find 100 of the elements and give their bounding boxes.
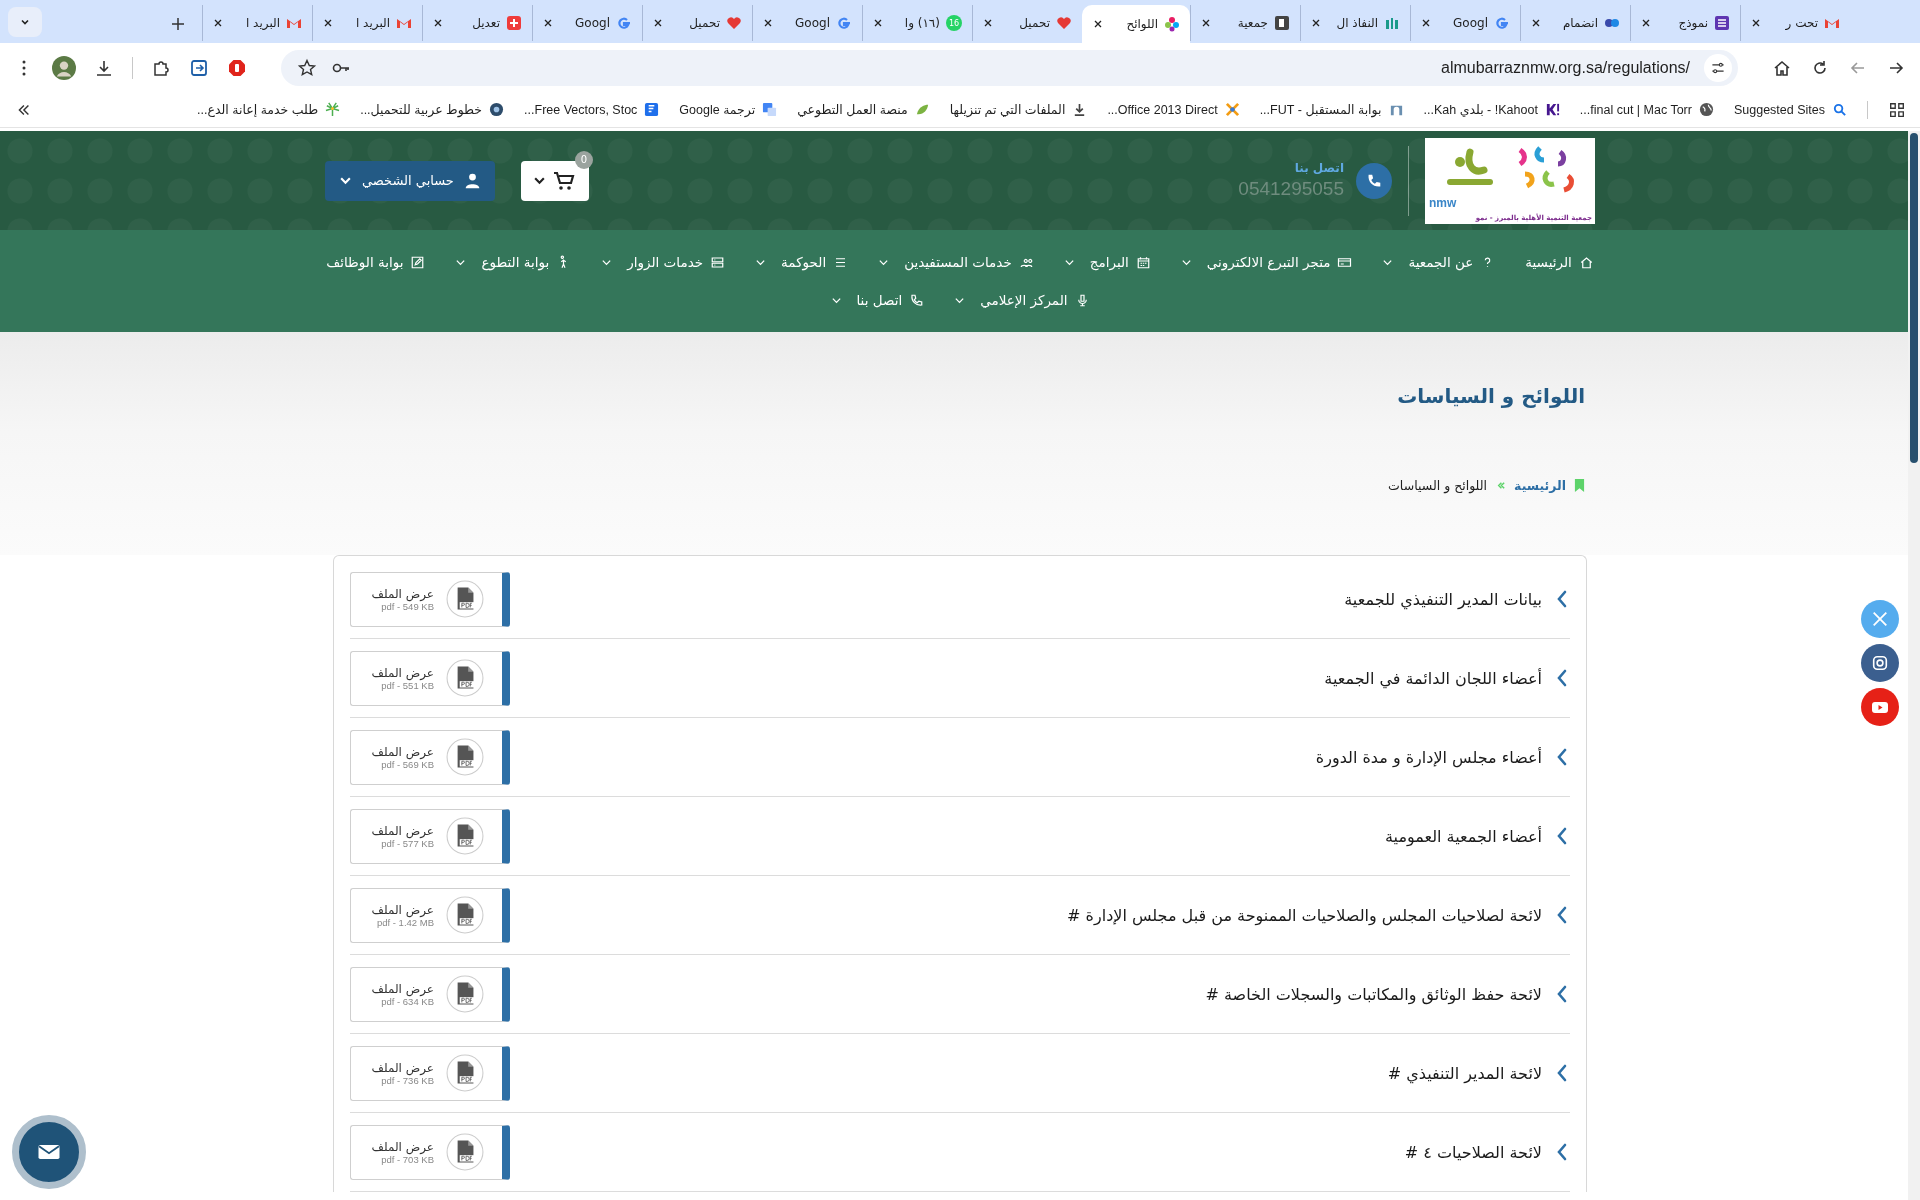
- account-button[interactable]: حسابي الشخصي: [325, 160, 495, 201]
- chevron-icon[interactable]: [1556, 1063, 1568, 1083]
- browser-tab[interactable]: تحميل: [972, 5, 1082, 41]
- bookmark[interactable]: الملفات التي تم تنزيلها: [949, 102, 1088, 117]
- bookmark[interactable]: بوابة المستقبل - FUT...: [1259, 102, 1404, 117]
- phone-button[interactable]: [1356, 162, 1392, 199]
- close-icon[interactable]: [1421, 18, 1431, 28]
- browser-tab[interactable]: نموذج: [1630, 5, 1740, 41]
- bookmark-icon: [1574, 478, 1585, 493]
- nav-link[interactable]: خدمات المستفيدين: [878, 254, 1034, 270]
- nav-link[interactable]: المركز الإعلامي: [954, 292, 1090, 308]
- browser-tab[interactable]: Googl: [752, 5, 862, 41]
- square-icon: [1274, 15, 1290, 31]
- bookmark[interactable]: Free Vectors, Stoc...: [524, 102, 660, 117]
- file-title[interactable]: أعضاء مجلس الإدارة و مدة الدورة: [1315, 747, 1542, 767]
- nav-link[interactable]: الحوكمة: [755, 254, 849, 270]
- nav-link[interactable]: بوابة الوظائف: [326, 254, 426, 270]
- chevron-icon[interactable]: [1556, 589, 1568, 609]
- close-icon[interactable]: [323, 18, 333, 28]
- address-bar[interactable]: almubarraznmw.org.sa/regulations/: [281, 49, 1738, 86]
- g-icon: [836, 15, 852, 31]
- close-icon[interactable]: [1093, 19, 1103, 29]
- cart-count: 0: [574, 150, 593, 169]
- close-icon[interactable]: [543, 18, 553, 28]
- profile-avatar[interactable]: [52, 55, 76, 80]
- globe-icon: [1698, 102, 1714, 117]
- bookmark[interactable]: خطوط عربية للتحميل...: [360, 102, 505, 117]
- file-title[interactable]: لائحة المدير التنفيذي #: [1387, 1063, 1542, 1083]
- nav-link[interactable]: بوابة التطوع: [455, 254, 572, 270]
- search-icon: [1832, 102, 1847, 117]
- browser-tab[interactable]: تعديل: [422, 5, 532, 41]
- close-icon[interactable]: [983, 18, 993, 28]
- browser-tab[interactable]: تحت ر: [1740, 5, 1850, 41]
- browser-tab[interactable]: انضمام: [1520, 5, 1630, 41]
- chevron-icon[interactable]: [1556, 826, 1568, 846]
- apps-icon[interactable]: [1888, 100, 1906, 119]
- nav-icon: [1135, 254, 1151, 270]
- star-icon[interactable]: [297, 57, 317, 78]
- extension-icon[interactable]: [189, 57, 209, 78]
- bookmark[interactable]: ترجمة Google: [679, 102, 778, 117]
- nav-icon: [909, 292, 925, 308]
- bookmark[interactable]: منصة العمل التطوعي: [797, 102, 930, 117]
- chevron-icon[interactable]: [1556, 668, 1568, 688]
- pdf-file-icon: [446, 896, 484, 934]
- browser-tab[interactable]: البريد ا: [202, 5, 312, 41]
- bookmark[interactable]: طلب خدمة إعانة الدع...: [197, 102, 341, 117]
- close-icon[interactable]: [1641, 18, 1651, 28]
- chevron-icon[interactable]: [1556, 984, 1568, 1004]
- close-icon[interactable]: [1311, 18, 1321, 28]
- close-icon[interactable]: [653, 18, 663, 28]
- nav-link[interactable]: عن الجمعية: [1382, 254, 1496, 270]
- cross-icon: [1224, 102, 1240, 117]
- heart-icon: [1056, 15, 1072, 31]
- new-tab-icon[interactable]: [170, 16, 186, 32]
- close-icon[interactable]: [763, 18, 773, 28]
- breadcrumb-item: اللوائح و السياسات: [1388, 478, 1488, 493]
- browser-tab[interactable]: النفاذ ال: [1300, 5, 1410, 41]
- breadcrumb-item[interactable]: الرئيسية: [1514, 478, 1566, 493]
- file-title[interactable]: بيانات المدير التنفيذي للجمعية: [1344, 589, 1542, 609]
- close-icon[interactable]: [213, 18, 223, 28]
- browser-tab[interactable]: Googl: [1410, 5, 1520, 41]
- browser-tab[interactable]: اللوائح: [1082, 5, 1190, 43]
- plus-icon: [506, 15, 522, 31]
- file-title[interactable]: لائحة لصلاحيات المجلس والصلاحيات الممنوحة من قبل مجلس الإدارة #: [1067, 905, 1542, 925]
- scrollbar[interactable]: [1908, 131, 1920, 1200]
- file-title[interactable]: لائحة الصلاحيات ٤ #: [1404, 1142, 1542, 1162]
- close-icon[interactable]: [1531, 18, 1541, 28]
- browser-tab[interactable]: Googl: [532, 5, 642, 41]
- chevron-icon[interactable]: [1556, 905, 1568, 925]
- nav-icon: [410, 254, 426, 270]
- close-icon[interactable]: [1751, 18, 1761, 28]
- bookmark[interactable]: Suggested Sites: [1733, 102, 1847, 117]
- close-icon[interactable]: [1201, 18, 1211, 28]
- pdf-file-icon: [446, 975, 484, 1013]
- nav-link[interactable]: متجر التبرع الالكتروني: [1180, 254, 1353, 270]
- pdf-file-icon: [446, 1054, 484, 1092]
- stop-sign-icon[interactable]: [227, 57, 247, 78]
- nav-link[interactable]: البرامج: [1063, 254, 1151, 270]
- browser-tab[interactable]: البريد ا: [312, 5, 422, 41]
- file-title[interactable]: أعضاء الجمعية العمومية: [1385, 826, 1542, 846]
- browser-tab[interactable]: جمعية: [1190, 5, 1300, 41]
- browser-tab[interactable]: تحميل: [642, 5, 752, 41]
- youtube-button[interactable]: [1861, 688, 1899, 726]
- bookmark[interactable]: Kahoot! - بلدي Kah...: [1423, 102, 1560, 117]
- bookmark[interactable]: final cut | Mac Torr...: [1579, 102, 1714, 117]
- nav-link[interactable]: الرئيسية: [1525, 254, 1594, 270]
- chevron-icon[interactable]: [1556, 747, 1568, 767]
- bookmark[interactable]: Office 2013 Direct...: [1107, 102, 1240, 117]
- site-settings-button[interactable]: [1704, 53, 1732, 82]
- close-icon[interactable]: [873, 18, 883, 28]
- double-chevron-icon: [1495, 480, 1507, 491]
- chevron-icon[interactable]: [1556, 1142, 1568, 1162]
- instagram-button[interactable]: [1861, 644, 1899, 682]
- file-title[interactable]: لائحة حفظ الوثائق والمكاتبات والسجلات الخاصة #: [1205, 984, 1542, 1004]
- nav-link[interactable]: خدمات الزوار: [601, 254, 726, 270]
- close-icon[interactable]: [433, 18, 443, 28]
- leaf-icon: [914, 102, 930, 117]
- nav-link[interactable]: اتصل بنا: [830, 292, 925, 308]
- heart-icon: [726, 15, 742, 31]
- file-title[interactable]: أعضاء اللجان الدائمة في الجمعية: [1324, 668, 1542, 688]
